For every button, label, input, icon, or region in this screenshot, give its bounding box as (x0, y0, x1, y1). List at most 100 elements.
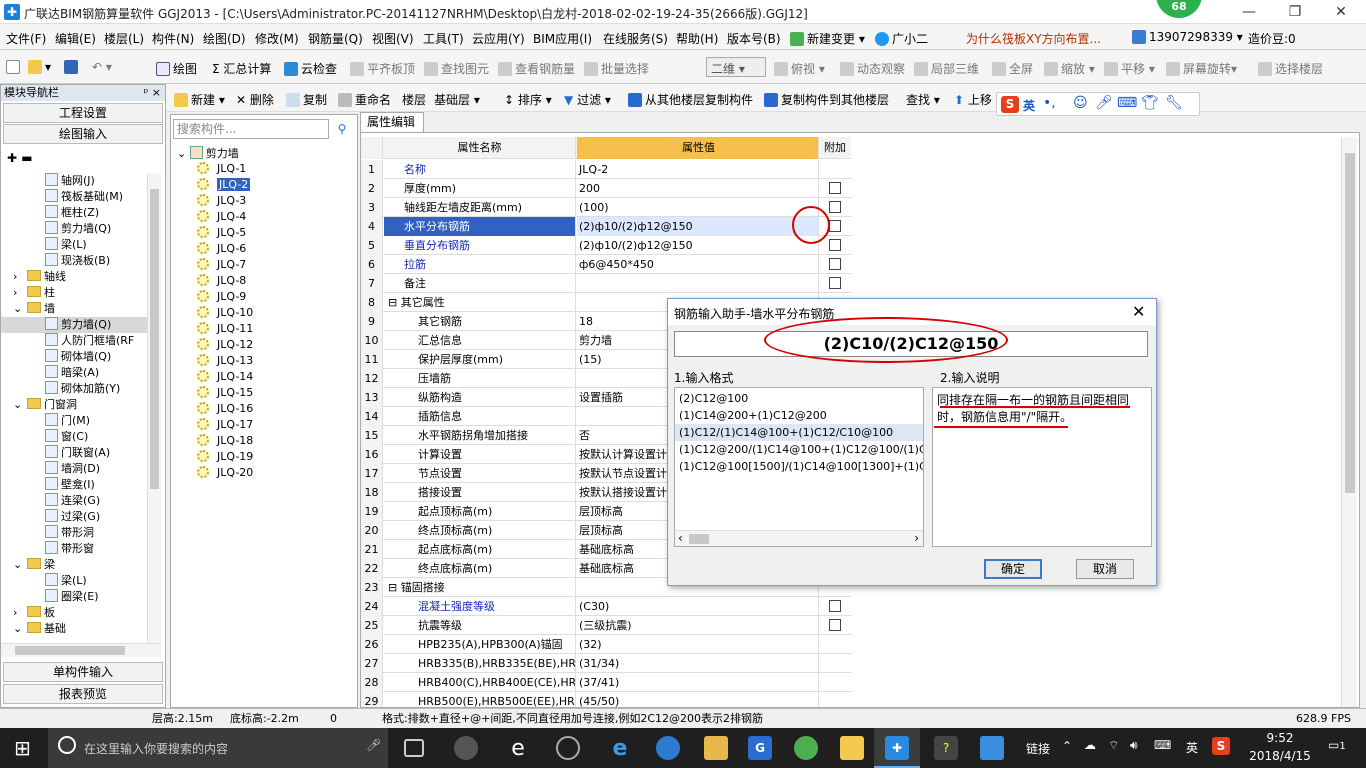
batch-select-button[interactable]: 批量选择 (584, 60, 649, 77)
punct-icon[interactable]: •, (1043, 95, 1056, 111)
component-item[interactable]: JLQ-8 (197, 273, 246, 289)
nav-tree-item[interactable]: ⌄ 门窗洞 (1, 397, 147, 413)
move-up-button[interactable]: ⬆ 上移 (954, 91, 992, 108)
property-value[interactable]: 200 (577, 179, 819, 198)
menu-component[interactable]: 构件(N) (152, 30, 194, 47)
filter-button[interactable]: ▼ 过滤 ▾ (564, 91, 611, 108)
fullscreen-button[interactable]: 全屏 (992, 60, 1033, 77)
extra-checkbox[interactable] (829, 258, 841, 270)
score-badge[interactable]: 68 (1156, 0, 1202, 18)
file-explorer-icon[interactable] (704, 736, 728, 760)
format-item[interactable]: (2)C12@100 (675, 390, 923, 407)
nav-tree-item[interactable]: 剪力墙(Q) (1, 317, 147, 333)
menu-floor[interactable]: 楼层(L) (104, 30, 144, 47)
component-item[interactable]: JLQ-6 (197, 241, 246, 257)
nav-tree-item[interactable]: 窗(C) (1, 429, 147, 445)
nav-tree-item[interactable]: 门联窗(A) (1, 445, 147, 461)
menu-tools[interactable]: 工具(T) (423, 30, 464, 47)
nav-tree-item[interactable]: ⌄ 基础 (1, 621, 147, 637)
sogou-tray-icon[interactable]: S (1212, 737, 1230, 755)
component-item[interactable]: JLQ-15 (197, 385, 253, 401)
menu-rebar-qty[interactable]: 钢筋量(Q) (308, 30, 363, 47)
component-item[interactable]: JLQ-17 (197, 417, 253, 433)
edge-icon[interactable]: e (608, 736, 632, 761)
restore-button[interactable]: ❐ (1272, 0, 1318, 24)
wifi-icon[interactable]: ⌔ (1108, 738, 1119, 753)
microphone-icon[interactable]: 🎤︎ (1095, 95, 1113, 111)
view-rebar-qty-button[interactable]: 查看钢筋量 (498, 60, 575, 77)
nav-tree-item[interactable]: ⌄ 梁 (1, 557, 147, 573)
collapse-icon[interactable]: ⊟ (388, 296, 401, 309)
nav-tree-item[interactable]: 砌体墙(Q) (1, 349, 147, 365)
windows-start-icon[interactable]: ⊞ (14, 736, 31, 760)
rename-button[interactable]: 重命名 (338, 91, 391, 108)
property-value[interactable]: (C30) (577, 597, 819, 616)
property-value[interactable]: (三级抗震) (577, 616, 819, 635)
format-item[interactable]: (1)C12@200/(1)C14@100+(1)C12@100/(1)C10@… (675, 441, 923, 458)
notes-icon[interactable] (840, 736, 864, 760)
extra-checkbox[interactable] (829, 220, 841, 232)
ime-tray-label[interactable]: 英 (1186, 739, 1198, 756)
volume-icon[interactable]: 🔊︎ (1130, 738, 1138, 753)
cancel-button[interactable]: 取消 (1076, 559, 1134, 579)
nav-tree-item[interactable]: 过梁(G) (1, 509, 147, 525)
property-row[interactable]: 3 轴线距左墙皮距离(mm) (100) (361, 198, 851, 217)
drawing-input-button[interactable]: 绘图输入 (3, 124, 163, 144)
nav-tree-item[interactable]: 梁(L) (1, 573, 147, 589)
component-search-input[interactable]: 搜索构件... (173, 119, 329, 139)
emoji-icon[interactable]: ☺ (1073, 95, 1088, 111)
component-item[interactable]: JLQ-11 (197, 321, 253, 337)
property-row[interactable]: 2 厚度(mm) 200 (361, 179, 851, 198)
sum-calc-button[interactable]: Σ 汇总计算 (212, 60, 271, 77)
component-item[interactable]: JLQ-18 (197, 433, 253, 449)
nav-tree-item[interactable]: 砌体加筋(Y) (1, 381, 147, 397)
ok-button[interactable]: 确定 (984, 559, 1042, 579)
grid-scrollbar[interactable] (1341, 137, 1357, 707)
active-app-tab[interactable]: ✚ (874, 728, 920, 768)
draw-button[interactable]: 绘图 (156, 60, 197, 77)
format-item[interactable]: (1)C12/(1)C14@100+(1)C12/C10@100 (675, 424, 923, 441)
expand-icon[interactable]: ⌄ (13, 301, 27, 317)
nav-tree-item[interactable]: 人防门框墙(RF (1, 333, 147, 349)
extra-checkbox[interactable] (829, 182, 841, 194)
component-item[interactable]: JLQ-13 (197, 353, 253, 369)
expand-icon[interactable]: › (13, 285, 27, 301)
save-icon[interactable] (64, 60, 81, 74)
nav-tree-item[interactable]: 壁龛(I) (1, 477, 147, 493)
property-value[interactable]: JLQ-2 (577, 160, 819, 179)
property-row[interactable]: 7 备注 (361, 274, 851, 293)
find-button[interactable]: 查找 ▾ (906, 91, 940, 108)
keyboard-tray-icon[interactable]: ⌨ (1154, 738, 1171, 752)
nav-tree-item[interactable]: 圈梁(E) (1, 589, 147, 605)
skin-icon[interactable]: 👕︎ (1141, 95, 1159, 111)
help-app-icon[interactable]: ? (934, 736, 958, 760)
menu-version[interactable]: 版本号(B) (727, 30, 781, 47)
view-mode-select[interactable]: 二维 ▾ (706, 57, 766, 77)
pan-button[interactable]: 平移 ▾ (1104, 60, 1155, 77)
select-floor-button[interactable]: 选择楼层 (1258, 60, 1323, 77)
dialog-close-icon[interactable]: ✕ (1132, 302, 1145, 321)
delete-button[interactable]: ✕ 删除 (236, 91, 274, 108)
collapse-icon[interactable]: ⊟ (388, 581, 401, 594)
search-icon[interactable]: ⚲ (331, 119, 353, 139)
nav-tree-item[interactable]: 剪力墙(Q) (1, 221, 147, 237)
nav-tree-item[interactable]: ⌄ 墙 (1, 301, 147, 317)
extra-checkbox[interactable] (829, 619, 841, 631)
copy-from-floor-button[interactable]: 从其他楼层复制构件 (628, 91, 753, 108)
expand-icon[interactable]: ⌄ (13, 621, 27, 637)
nav-tree-item[interactable]: 连梁(G) (1, 493, 147, 509)
component-item[interactable]: JLQ-2 (197, 177, 251, 193)
project-settings-button[interactable]: 工程设置 (3, 103, 163, 123)
property-value[interactable] (577, 274, 819, 293)
nav-tree-item[interactable]: 轴网(J) (1, 173, 147, 189)
menu-file[interactable]: 文件(F) (6, 30, 46, 47)
format-item[interactable]: (1)C12@100[1500]/(1)C14@100[1300]+(1)C12… (675, 458, 923, 475)
property-row[interactable]: 24 混凝土强度等级 (C30) (361, 597, 851, 616)
floor-select[interactable]: 基础层 ▾ (434, 91, 480, 108)
zoom-button[interactable]: 缩放 ▾ (1044, 60, 1095, 77)
keyboard-icon[interactable]: ⌨ (1117, 95, 1137, 111)
expand-collapse-icons[interactable]: ✚ ▬ (7, 151, 33, 165)
nav-tree-item[interactable]: › 柱 (1, 285, 147, 301)
property-value[interactable]: (2)ф10/(2)ф12@150 (577, 217, 819, 236)
extra-checkbox[interactable] (829, 239, 841, 251)
